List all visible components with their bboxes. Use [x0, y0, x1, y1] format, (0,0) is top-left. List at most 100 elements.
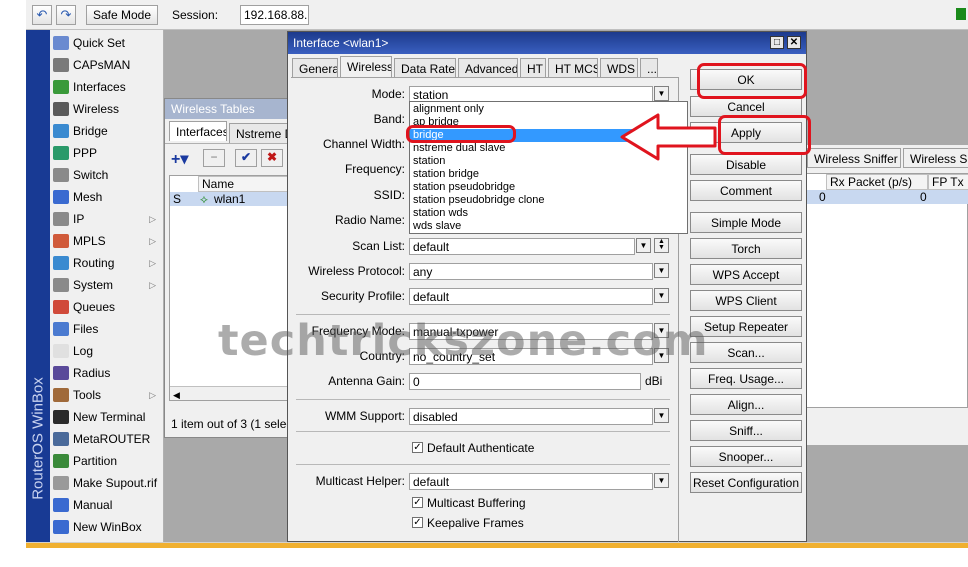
mode-option[interactable]: station pseudobridge [413, 181, 515, 194]
ssid-label: SSID: [373, 188, 405, 202]
sidebar-item-log[interactable]: Log [50, 340, 164, 362]
scan-list-dropdown-icon[interactable]: ▼ [636, 238, 651, 253]
tab-wireless-snooper[interactable]: Wireless Snooper [903, 148, 968, 168]
comment-button[interactable]: Comment [690, 180, 802, 201]
antenna-gain-unit: dBi [645, 374, 663, 388]
snooper-button[interactable]: Snooper... [690, 446, 802, 467]
col-name[interactable]: Name [198, 176, 290, 192]
mode-option[interactable]: station wds [413, 207, 468, 220]
mode-option[interactable]: wds slave [413, 220, 461, 233]
sidebar-item-make-supout-rif[interactable]: Make Supout.rif [50, 472, 164, 494]
wmm-dropdown-icon[interactable]: ▼ [654, 408, 669, 423]
close-icon[interactable]: ✕ [787, 36, 801, 49]
sidebar-item-label: System [73, 278, 114, 292]
multicast-helper-label: Multicast Helper: [315, 474, 405, 488]
multicast-buffering-checkbox[interactable]: ✓ [412, 497, 423, 508]
sidebar-item-mesh[interactable]: Mesh [50, 186, 164, 208]
tab-wireless-sniffer[interactable]: Wireless Sniffer [807, 148, 901, 168]
sniff-button[interactable]: Sniff... [690, 420, 802, 441]
sidebar-item-label: Files [73, 322, 99, 336]
table-row[interactable]: S ⟡ wlan1 [170, 192, 288, 206]
wps-client-button[interactable]: WPS Client [690, 290, 802, 311]
sidebar-item-mpls[interactable]: MPLS ▷ [50, 230, 164, 252]
horizontal-scrollbar[interactable]: ◀ [170, 386, 288, 400]
sidebar-item-queues[interactable]: Queues [50, 296, 164, 318]
reset-configuration-button[interactable]: Reset Configuration [690, 472, 802, 493]
sidebar-item-metarouter[interactable]: MetaROUTER [50, 428, 164, 450]
tab-more[interactable]: ... [640, 58, 658, 78]
mode-option[interactable]: nstreme dual slave [413, 142, 505, 155]
tab-advanced[interactable]: Advanced [458, 58, 518, 78]
tab-wireless[interactable]: Wireless [340, 56, 392, 78]
tab-ht[interactable]: HT [520, 58, 546, 78]
tab-nstreme-dual[interactable]: Nstreme Dual [229, 123, 289, 143]
terminal-icon [53, 410, 69, 424]
tab-interfaces[interactable]: Interfaces [169, 121, 227, 141]
divider [296, 314, 670, 315]
mode-option[interactable]: station [413, 155, 445, 168]
redo-button[interactable]: ↷ [56, 5, 76, 25]
sidebar-item-system[interactable]: System ▷ [50, 274, 164, 296]
sidebar-item-interfaces[interactable]: Interfaces [50, 76, 164, 98]
sidebar-item-switch[interactable]: Switch [50, 164, 164, 186]
sidebar-item-radius[interactable]: Radius [50, 362, 164, 384]
session-field[interactable]: 192.168.88.1 [240, 5, 309, 25]
disable-icon[interactable]: ✖ [261, 149, 283, 167]
align-button[interactable]: Align... [690, 394, 802, 415]
wireless-protocol-select[interactable]: any [409, 263, 653, 280]
keepalive-frames-checkbox[interactable]: ✓ [412, 517, 423, 528]
sidebar-item-manual[interactable]: Manual [50, 494, 164, 516]
antenna-gain-field[interactable]: 0 [409, 373, 641, 390]
torch-button[interactable]: Torch [690, 238, 802, 259]
multicast-helper-dropdown-icon[interactable]: ▼ [654, 473, 669, 488]
mode-option[interactable]: alignment only [413, 103, 484, 116]
sidebar-item-ppp[interactable]: PPP [50, 142, 164, 164]
col-rx-packet[interactable]: Rx Packet (p/s) [826, 174, 928, 190]
dialog-title: Interface <wlan1> [293, 36, 389, 50]
scan-list-field[interactable]: default [409, 238, 635, 255]
freq-usage-button[interactable]: Freq. Usage... [690, 368, 802, 389]
default-authenticate-checkbox[interactable]: ✓ [412, 442, 423, 453]
sidebar-item-label: Partition [73, 454, 118, 468]
wps-accept-button[interactable]: WPS Accept [690, 264, 802, 285]
sidebar-item-bridge[interactable]: Bridge [50, 120, 164, 142]
remove-icon[interactable]: − [203, 149, 225, 167]
add-icon[interactable]: +▾ [171, 149, 195, 168]
sidebar-item-capsman[interactable]: CAPsMAN [50, 54, 164, 76]
tab-data-rates[interactable]: Data Rates [394, 58, 456, 78]
mode-option[interactable]: station pseudobridge clone [413, 194, 544, 207]
sidebar-item-wireless[interactable]: Wireless [50, 98, 164, 120]
maximize-icon[interactable]: □ [770, 36, 784, 49]
undo-button[interactable]: ↶ [32, 5, 52, 25]
sidebar-item-tools[interactable]: Tools ▷ [50, 384, 164, 406]
sidebar-item-ip[interactable]: IP ▷ [50, 208, 164, 230]
sidebar-item-label: New Terminal [73, 410, 146, 424]
sidebar-item-new-winbox[interactable]: New WinBox [50, 516, 164, 538]
col-fp-tx[interactable]: FP Tx [928, 174, 968, 190]
table-row[interactable]: 0 0 [806, 190, 968, 204]
scan-list-label: Scan List: [352, 239, 405, 253]
sidebar-item-routing[interactable]: Routing ▷ [50, 252, 164, 274]
wireless-protocol-dropdown-icon[interactable]: ▼ [654, 263, 669, 278]
security-profile-dropdown-icon[interactable]: ▼ [654, 288, 669, 303]
security-profile-select[interactable]: default [409, 288, 653, 305]
mode-option[interactable]: station bridge [413, 168, 479, 181]
sidebar-item-new-terminal[interactable]: New Terminal [50, 406, 164, 428]
radius-icon [53, 366, 69, 380]
scan-list-stepper-icon[interactable]: ▲ ▼ [654, 238, 669, 253]
simple-mode-button[interactable]: Simple Mode [690, 212, 802, 233]
tab-ht-mcs[interactable]: HT MCS [548, 58, 598, 78]
sidebar-item-files[interactable]: Files [50, 318, 164, 340]
wmm-select[interactable]: disabled [409, 408, 653, 425]
submenu-arrow-icon: ▷ [149, 279, 156, 290]
enable-icon[interactable]: ✔ [235, 149, 257, 167]
safe-mode-button[interactable]: Safe Mode [86, 5, 158, 25]
tab-wds[interactable]: WDS [600, 58, 638, 78]
switch-icon [53, 168, 69, 182]
sidebar-item-partition[interactable]: Partition [50, 450, 164, 472]
rx-value: 0 [819, 190, 826, 204]
sidebar-item-quick-set[interactable]: Quick Set [50, 32, 164, 54]
tab-general[interactable]: General [292, 58, 338, 78]
multicast-helper-select[interactable]: default [409, 473, 653, 490]
mode-dropdown-icon[interactable]: ▼ [654, 86, 669, 101]
